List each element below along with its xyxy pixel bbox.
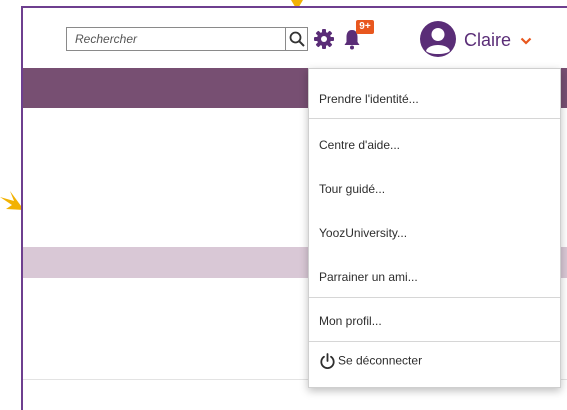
menu-item-impersonate[interactable]: Prendre l'identité... xyxy=(309,92,560,106)
app-window: 9+ Claire Prendre l'identité... Centre d… xyxy=(21,6,567,410)
user-dropdown-menu: Prendre l'identité... Centre d'aide... T… xyxy=(308,68,561,388)
chevron-down-icon[interactable] xyxy=(520,37,532,45)
power-icon xyxy=(320,353,335,370)
menu-separator xyxy=(309,297,560,298)
search-button[interactable] xyxy=(285,28,308,50)
gear-icon[interactable] xyxy=(314,29,334,49)
search-icon xyxy=(289,31,305,47)
search-box xyxy=(66,27,308,51)
top-header: 9+ Claire xyxy=(23,8,567,68)
menu-item-guided-tour[interactable]: Tour guidé... xyxy=(309,182,560,196)
search-input[interactable] xyxy=(67,28,285,50)
menu-separator xyxy=(309,118,560,119)
menu-item-yooz-university[interactable]: YoozUniversity... xyxy=(309,226,560,240)
menu-item-help-center[interactable]: Centre d'aide... xyxy=(309,138,560,152)
menu-separator xyxy=(309,341,560,342)
user-avatar-icon[interactable] xyxy=(420,21,456,57)
menu-item-my-profile[interactable]: Mon profil... xyxy=(309,314,560,328)
user-name[interactable]: Claire xyxy=(464,30,511,51)
logout-label: Se déconnecter xyxy=(338,353,423,368)
menu-item-logout[interactable]: Se déconnecter xyxy=(309,353,560,370)
notification-badge: 9+ xyxy=(356,20,374,34)
menu-item-refer-friend[interactable]: Parrainer un ami... xyxy=(309,270,560,284)
